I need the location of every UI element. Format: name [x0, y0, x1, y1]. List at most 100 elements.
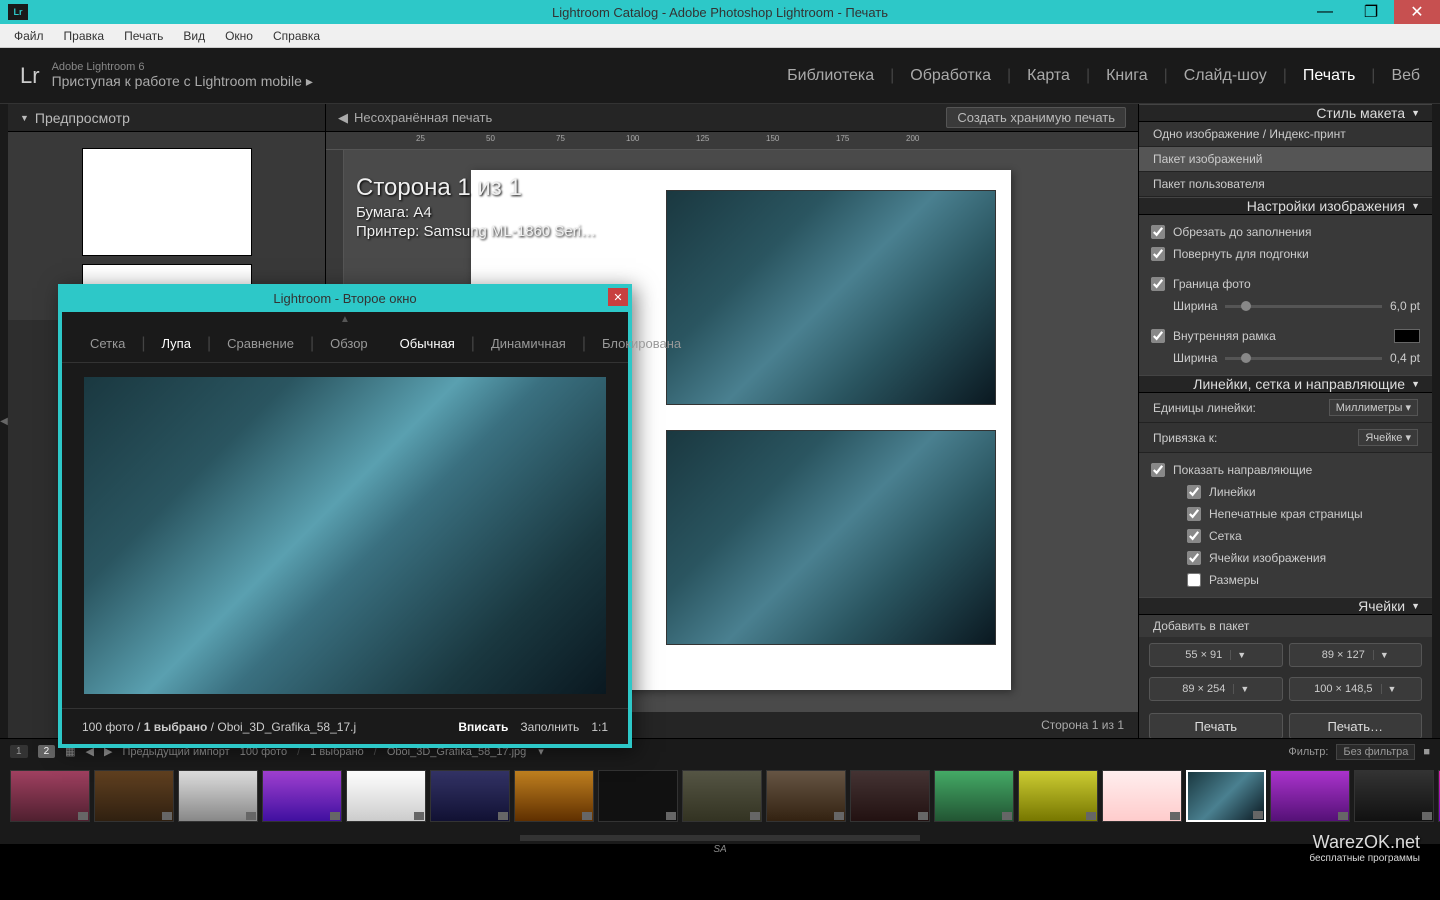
filmstrip-thumb[interactable]	[934, 770, 1014, 822]
filmstrip-thumb[interactable]	[1102, 770, 1182, 822]
filmstrip-thumb[interactable]	[850, 770, 930, 822]
filmstrip-thumb[interactable]	[94, 770, 174, 822]
guide-cells-checkbox[interactable]	[1187, 551, 1201, 565]
filmstrip-thumb[interactable]	[1018, 770, 1098, 822]
close-button[interactable]: ✕	[1394, 0, 1440, 24]
sw-tab-live[interactable]: Динамичная	[479, 332, 578, 355]
cell-preset-4[interactable]: 100 × 148,5▼	[1289, 677, 1423, 701]
filmstrip-thumb[interactable]	[262, 770, 342, 822]
sw-tab-compare[interactable]: Сравнение	[215, 332, 306, 355]
guide-bleed-checkbox[interactable]	[1187, 507, 1201, 521]
nav-web[interactable]: Веб	[1391, 63, 1420, 89]
filmstrip-thumb[interactable]	[766, 770, 846, 822]
minimize-button[interactable]: —	[1302, 0, 1348, 24]
add-to-package-label: Добавить в пакет	[1139, 615, 1432, 637]
filmstrip-thumb[interactable]	[514, 770, 594, 822]
second-window-titlebar[interactable]: Lightroom - Второе окно ✕	[58, 284, 632, 312]
guide-dims-checkbox[interactable]	[1187, 573, 1201, 587]
left-collapse-handle[interactable]: ◀	[0, 104, 8, 738]
monitor-1-badge[interactable]: 1	[10, 745, 28, 758]
filmstrip-thumb[interactable]	[1270, 770, 1350, 822]
layout-style-header[interactable]: Стиль макета▼	[1139, 104, 1432, 122]
header-mobile-link[interactable]: Приступая к работе с Lightroom mobile ▸	[52, 73, 313, 90]
nav-book[interactable]: Книга	[1106, 63, 1147, 89]
sw-fill-button[interactable]: Заполнить	[520, 720, 579, 734]
sw-tab-loupe[interactable]: Лупа	[150, 332, 203, 355]
sw-tab-normal[interactable]: Обычная	[388, 332, 467, 355]
page-indicator: Сторона 1 из 1	[1041, 718, 1124, 732]
filter-label: Фильтр:	[1288, 746, 1328, 758]
menu-file[interactable]: Файл	[4, 27, 54, 45]
maximize-button[interactable]: ❐	[1348, 0, 1394, 24]
image-settings-header[interactable]: Настройки изображения▼	[1139, 197, 1432, 215]
guide-rulers-checkbox[interactable]	[1187, 485, 1201, 499]
filmstrip-thumb[interactable]	[1354, 770, 1434, 822]
print-dialog-button[interactable]: Печать…	[1289, 713, 1423, 738]
crop-fill-checkbox[interactable]	[1151, 225, 1165, 239]
nav-develop[interactable]: Обработка	[910, 63, 991, 89]
filter-lock-icon[interactable]: ■	[1423, 746, 1430, 758]
sw-tab-survey[interactable]: Обзор	[318, 332, 380, 355]
filmstrip-thumb[interactable]	[430, 770, 510, 822]
filmstrip-thumb[interactable]	[346, 770, 426, 822]
print-cell-2[interactable]	[666, 430, 996, 645]
filmstrip-scrollbar[interactable]	[0, 832, 1440, 844]
nav-print[interactable]: Печать	[1303, 63, 1355, 89]
photo-border-checkbox[interactable]	[1151, 277, 1165, 291]
show-guides-checkbox[interactable]	[1151, 463, 1165, 477]
menu-view[interactable]: Вид	[173, 27, 215, 45]
filmstrip-thumb[interactable]	[10, 770, 90, 822]
collapse-top-icon[interactable]: ▲	[62, 312, 628, 325]
menu-edit[interactable]: Правка	[54, 27, 115, 45]
guide-grid-checkbox[interactable]	[1187, 529, 1201, 543]
filter-select[interactable]: Без фильтра	[1336, 744, 1415, 760]
menu-print[interactable]: Печать	[114, 27, 173, 45]
filmstrip-thumb[interactable]	[178, 770, 258, 822]
print-button[interactable]: Печать	[1149, 713, 1283, 738]
app-icon: Lr	[8, 4, 28, 20]
stroke-color-swatch[interactable]	[1394, 329, 1420, 343]
border-width-slider[interactable]	[1225, 305, 1382, 308]
filmstrip-thumb-selected[interactable]	[1186, 770, 1266, 822]
inner-stroke-checkbox[interactable]	[1151, 329, 1165, 343]
ruler-units-select[interactable]: Миллиметры ▾	[1329, 399, 1418, 416]
monitor-2-badge[interactable]: 2	[38, 745, 56, 758]
nav-slideshow[interactable]: Слайд-шоу	[1184, 63, 1267, 89]
menu-window[interactable]: Окно	[215, 27, 263, 45]
cells-header[interactable]: Ячейки▼	[1139, 597, 1432, 615]
sw-fit-button[interactable]: Вписать	[458, 720, 508, 734]
second-window[interactable]: Lightroom - Второе окно ✕ ▲ Сетка| Лупа|…	[58, 284, 632, 748]
right-collapse-handle[interactable]	[1432, 104, 1440, 738]
stroke-width-slider[interactable]	[1225, 357, 1382, 360]
nav-map[interactable]: Карта	[1027, 63, 1070, 89]
menu-help[interactable]: Справка	[263, 27, 330, 45]
rulers-grid-header[interactable]: Линейки, сетка и направляющие▼	[1139, 375, 1432, 393]
preview-thumb-1[interactable]	[82, 148, 252, 256]
second-window-image[interactable]	[84, 377, 606, 694]
snap-select[interactable]: Ячейке ▾	[1358, 429, 1418, 446]
nav-library[interactable]: Библиотека	[787, 63, 874, 89]
cell-preset-1[interactable]: 55 × 91▼	[1149, 643, 1283, 667]
chevron-left-icon[interactable]: ◀	[338, 110, 348, 126]
preview-panel-header[interactable]: ▼Предпросмотр	[8, 104, 325, 132]
cell-preset-3[interactable]: 89 × 254▼	[1149, 677, 1283, 701]
right-panel: Стиль макета▼ Одно изображение / Индекс-…	[1138, 104, 1432, 738]
rotate-fit-checkbox[interactable]	[1151, 247, 1165, 261]
filmstrip[interactable]	[0, 764, 1440, 832]
second-window-footer: 100 фото / 1 выбрано / Oboi_3D_Grafika_5…	[62, 708, 628, 744]
create-stored-print-button[interactable]: Создать хранимую печать	[946, 107, 1126, 128]
layout-option-custom[interactable]: Пакет пользователя	[1139, 172, 1432, 197]
sw-ratio-button[interactable]: 1:1	[591, 720, 608, 734]
layout-option-package[interactable]: Пакет изображений	[1139, 147, 1432, 172]
second-window-tabs: Сетка| Лупа| Сравнение| Обзор Обычная| Д…	[62, 325, 628, 363]
sw-tab-grid[interactable]: Сетка	[78, 332, 137, 355]
cell-preset-2[interactable]: 89 × 127▼	[1289, 643, 1423, 667]
filmstrip-thumb[interactable]	[598, 770, 678, 822]
second-window-close-button[interactable]: ✕	[608, 288, 628, 306]
ruler-units-label: Единицы линейки:	[1153, 401, 1256, 415]
layout-option-single[interactable]: Одно изображение / Индекс-принт	[1139, 122, 1432, 147]
sw-tab-locked[interactable]: Блокирована	[590, 332, 693, 355]
filmstrip-thumb[interactable]	[682, 770, 762, 822]
print-cell-1[interactable]	[666, 190, 996, 405]
second-window-title: Lightroom - Второе окно	[273, 291, 416, 306]
